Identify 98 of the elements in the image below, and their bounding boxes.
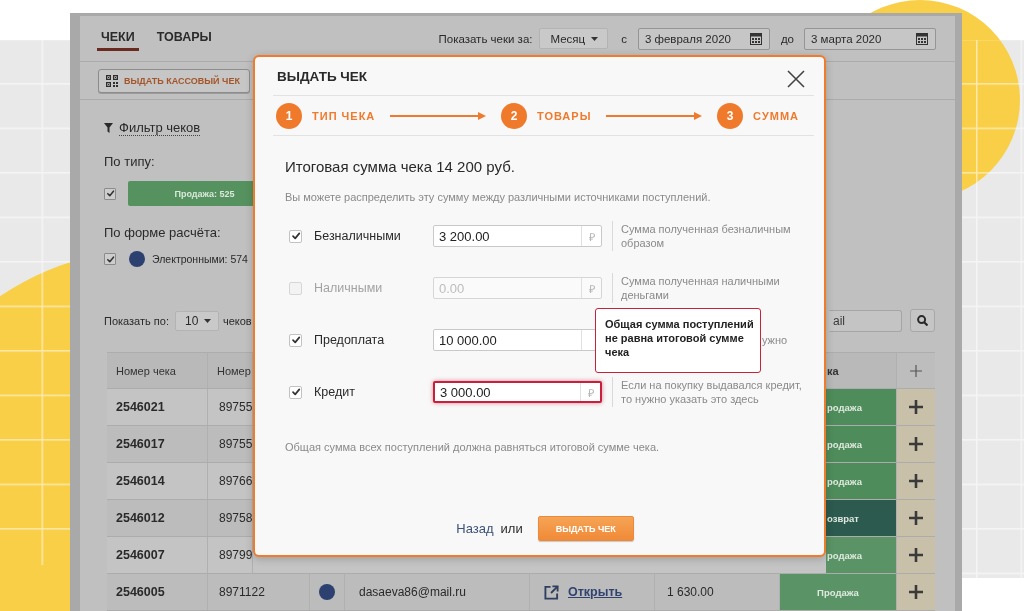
- step-number: 3: [717, 102, 744, 129]
- receipt-number: 2546014: [116, 474, 165, 488]
- number-text: 89799: [219, 548, 253, 562]
- currency-sign: ₽: [588, 281, 595, 296]
- currency-sign: ₽: [587, 385, 594, 400]
- plus-icon: [909, 437, 923, 451]
- search-field[interactable]: ail: [829, 309, 902, 332]
- date-field[interactable]: 3 февраля 2020: [637, 27, 770, 50]
- number-text: 89758: [219, 511, 253, 525]
- payment-dot-icon: [129, 251, 145, 267]
- filter-heading: По типу:: [104, 154, 155, 170]
- date-field[interactable]: 3 марта 2020: [804, 27, 936, 50]
- plus-icon: [909, 548, 923, 562]
- period-label: Показать чеки за:: [438, 32, 533, 45]
- source-label: Наличными: [314, 281, 383, 295]
- checkbox[interactable]: [289, 333, 302, 347]
- close-icon[interactable]: [787, 70, 805, 88]
- help-text: Сумма полученная наличными деньгами: [621, 274, 781, 302]
- plus-icon: [909, 400, 923, 414]
- add-button[interactable]: [897, 574, 935, 610]
- number-text: 89766: [219, 474, 253, 488]
- receipt-number: 2546005: [116, 585, 165, 599]
- dialog-title: ВЫДАТЬ ЧЕК: [277, 68, 368, 84]
- add-button[interactable]: [897, 463, 935, 499]
- external-link-icon[interactable]: [544, 584, 559, 600]
- receipt-number: 2546021: [116, 400, 165, 414]
- page-size-dropdown[interactable]: 10: [174, 310, 219, 331]
- filter-link[interactable]: Фильтр чеков: [119, 120, 201, 136]
- receipt-number: 2546012: [116, 511, 165, 525]
- page-size-label: Показать по:: [104, 314, 169, 327]
- open-link[interactable]: Открыть: [568, 585, 623, 599]
- help-text: ужно: [762, 333, 788, 347]
- step-label: СУММА: [753, 109, 799, 122]
- currency-sign: ₽: [588, 229, 595, 244]
- status-cell: Продажа: [780, 574, 897, 610]
- to-label: до: [780, 32, 794, 45]
- add-button[interactable]: [897, 537, 935, 573]
- status-cell: родажа: [826, 537, 897, 573]
- search-icon: [917, 315, 928, 326]
- search-button[interactable]: [910, 309, 935, 332]
- checkbox[interactable]: [289, 229, 302, 243]
- checkbox[interactable]: [104, 253, 116, 265]
- column-header: Номер чека: [116, 364, 176, 377]
- caret-icon: [203, 318, 211, 323]
- number-text: 8971122: [219, 585, 265, 599]
- step-number: 2: [500, 102, 527, 129]
- tab[interactable]: ЧЕКИ: [97, 26, 139, 51]
- email-text: dasaeva86@mail.ru: [359, 585, 466, 599]
- status-cell: родажа: [826, 463, 897, 499]
- amount-field[interactable]: 3 200.00 ₽: [433, 225, 602, 247]
- source-label: Безналичными: [314, 229, 401, 243]
- arrow-icon: [390, 111, 487, 120]
- plus-icon: [909, 585, 923, 599]
- help-text: Сумма полученная безналичным образом: [621, 222, 792, 250]
- help-text: Если на покупку выдавался кредит, то нужно указать это здесь: [621, 378, 803, 406]
- step-number: 1: [276, 102, 302, 129]
- add-button[interactable]: [897, 500, 935, 536]
- checkbox[interactable]: [289, 385, 302, 399]
- number-text: 89755: [219, 400, 253, 414]
- calendar-icon: [916, 32, 928, 45]
- source-label: Кредит: [314, 385, 355, 399]
- amount-field[interactable]: 3 000.00 ₽: [433, 381, 602, 403]
- step-label: ТОВАРЫ: [536, 109, 592, 122]
- page-size-suffix: чеков: [222, 314, 252, 327]
- payment-label: Электронными: 574: [152, 253, 248, 265]
- or-text: или: [500, 521, 523, 536]
- payment-dot-icon: [319, 584, 335, 600]
- receipt-number: 2546007: [116, 548, 165, 562]
- add-button[interactable]: [897, 389, 935, 425]
- tab[interactable]: ТОВАРЫ: [152, 26, 216, 51]
- receipt-number: 2546017: [116, 437, 165, 451]
- status-cell: озврат: [826, 500, 897, 536]
- plus-icon: [910, 364, 922, 377]
- qr-code-icon: [106, 74, 118, 87]
- status-cell: родажа: [826, 389, 897, 425]
- hint-text: Вы можете распределить эту сумму между различными источниками поступлений.: [285, 190, 711, 204]
- caret-icon: [591, 36, 599, 41]
- checkbox[interactable]: [104, 187, 116, 200]
- step-label: ТИП ЧЕКА: [312, 109, 376, 122]
- add-button[interactable]: [897, 426, 935, 462]
- calendar-icon: [749, 32, 762, 45]
- column-header: ка: [827, 364, 839, 377]
- number-text: 89755: [219, 437, 253, 451]
- back-link[interactable]: Назад: [456, 521, 494, 536]
- filter-icon: [104, 123, 113, 133]
- filter-heading: По форме расчёта:: [104, 225, 221, 241]
- plus-icon: [909, 511, 923, 525]
- error-tooltip: Общая сумма поступлений не равна итоговой сумме чека: [595, 308, 761, 373]
- source-label: Предоплата: [314, 333, 385, 347]
- column-header: Номер: [217, 364, 251, 377]
- plus-icon: [909, 474, 923, 488]
- from-label: с: [621, 32, 627, 45]
- note-text: Общая сумма всех поступлений должна равняться итоговой сумме чека.: [285, 440, 660, 454]
- total-text: Итоговая сумма чека 14 200 руб.: [285, 157, 515, 177]
- amount-text: 1 630.00: [667, 585, 714, 599]
- period-dropdown[interactable]: Месяц: [539, 28, 609, 49]
- status-cell: родажа: [826, 426, 897, 462]
- arrow-icon: [606, 111, 703, 120]
